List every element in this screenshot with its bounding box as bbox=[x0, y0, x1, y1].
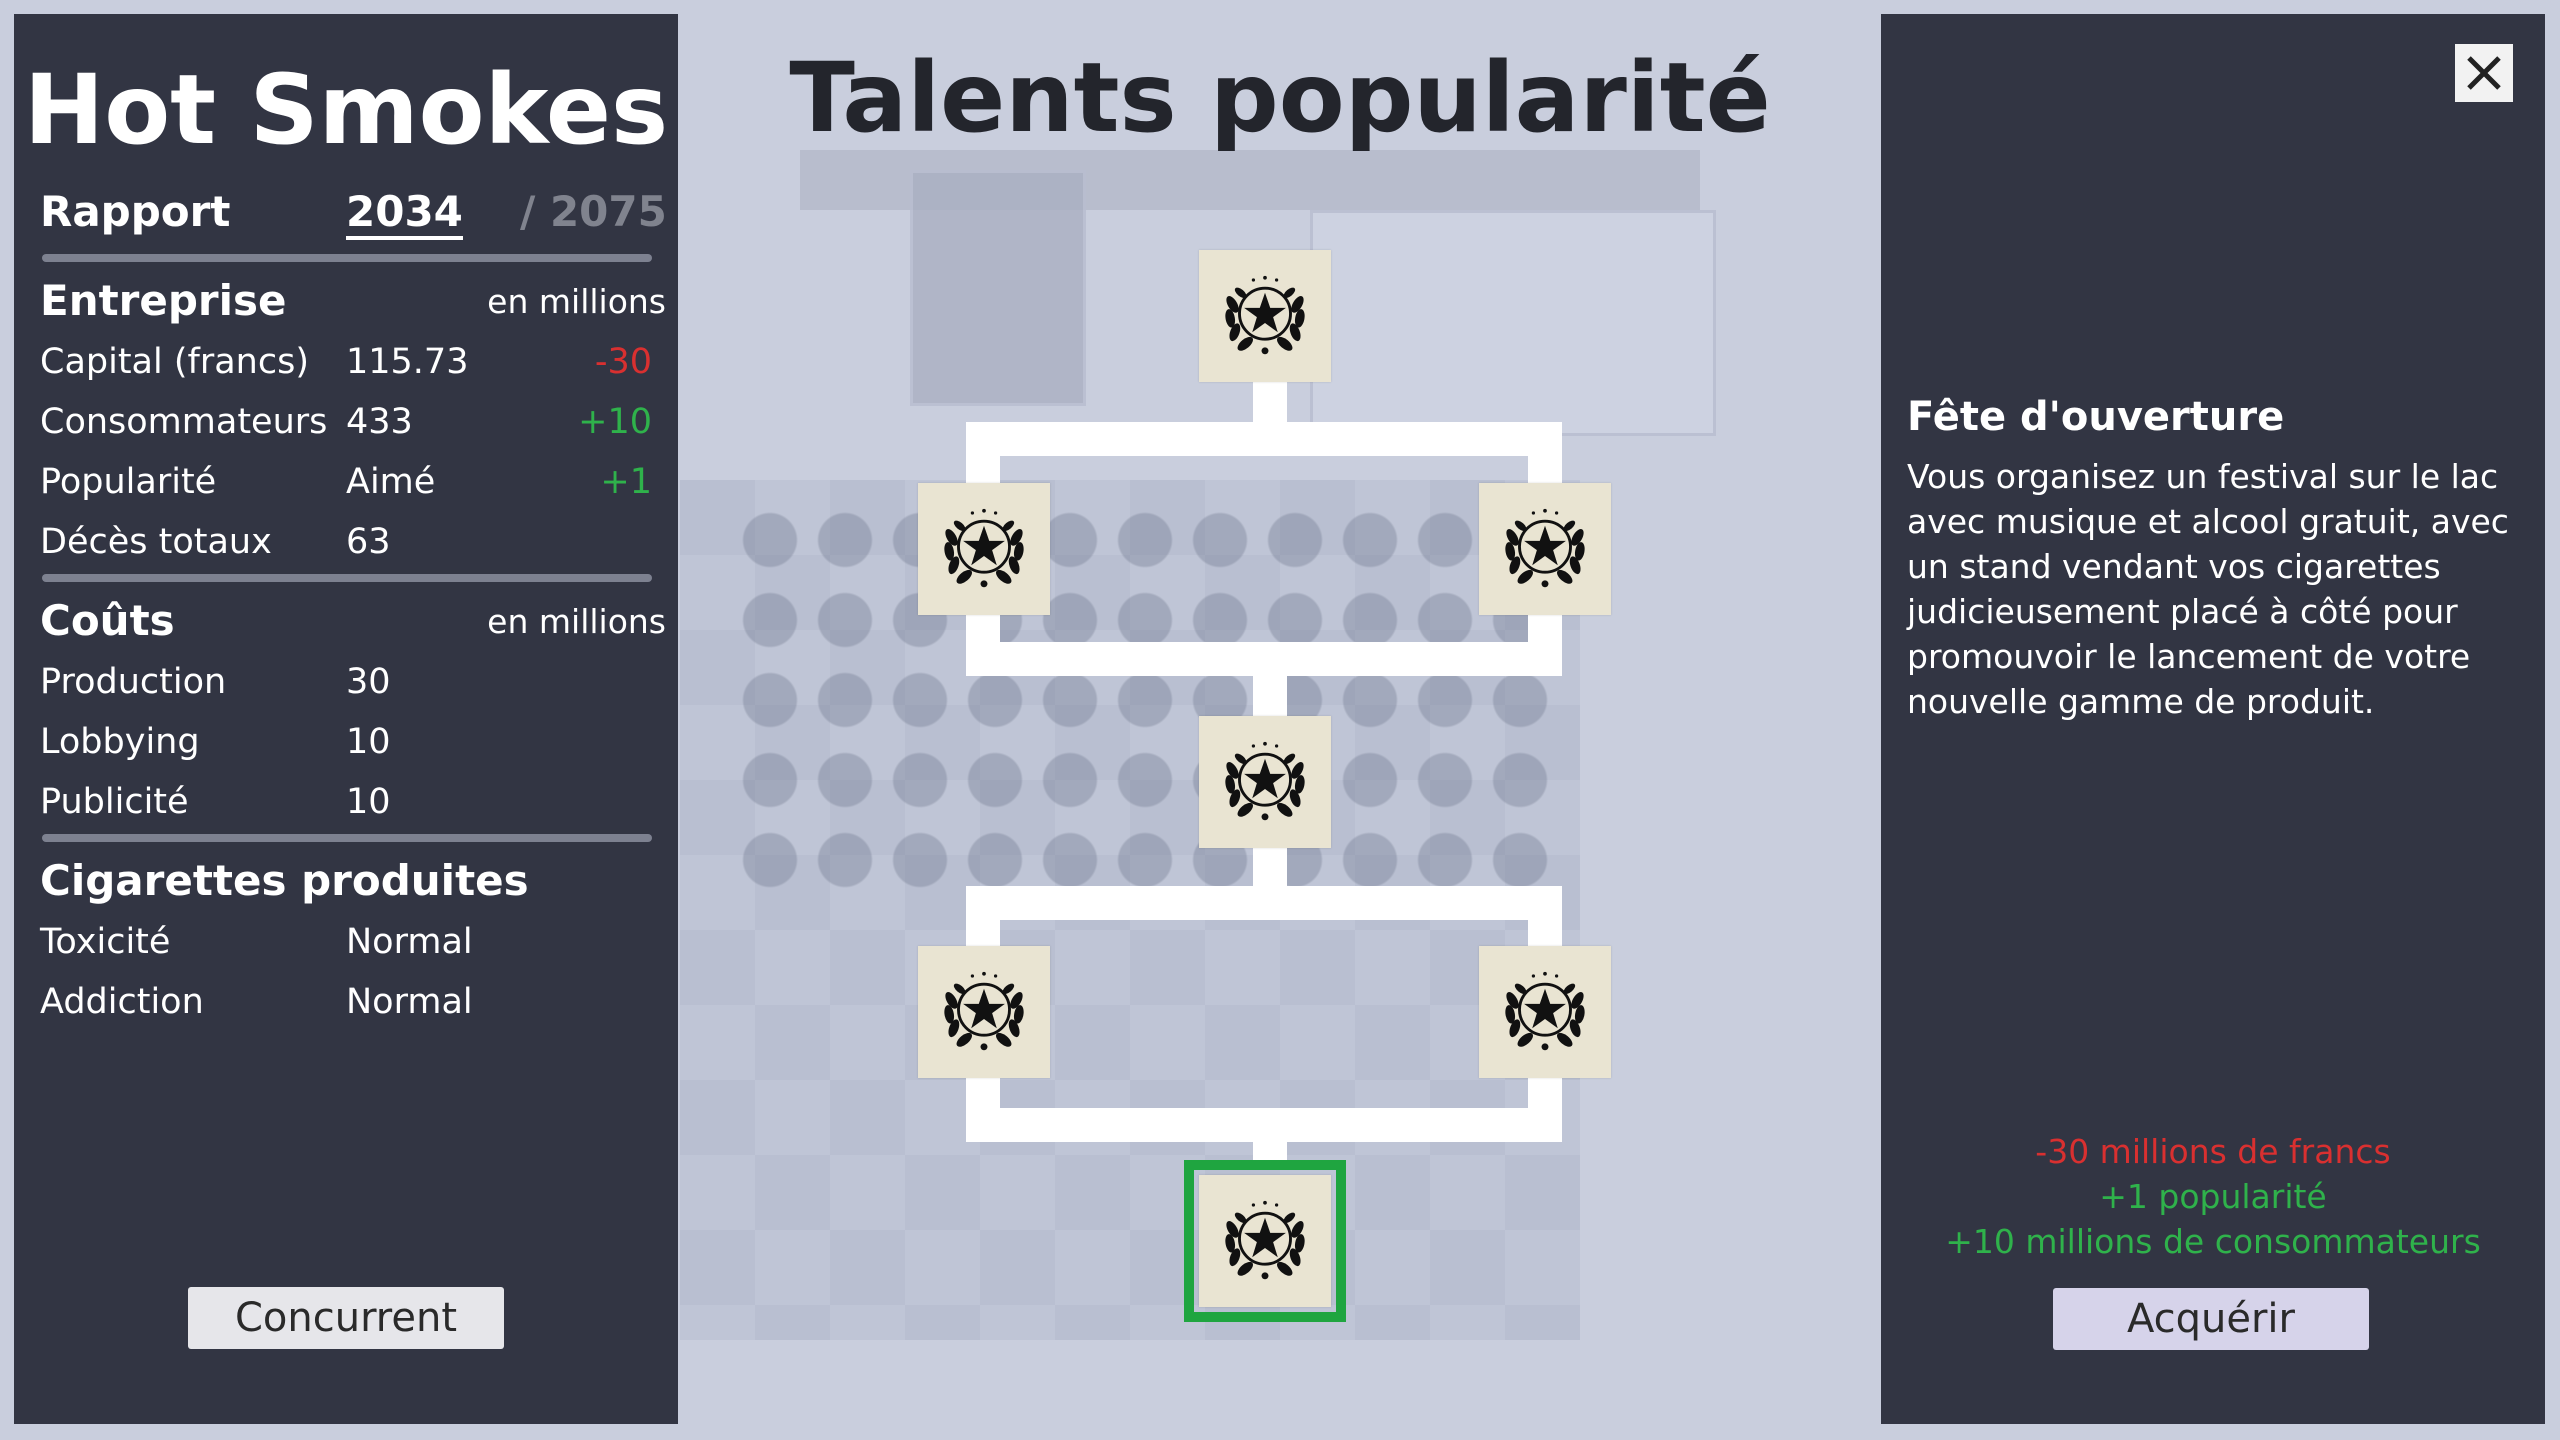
laurel-star-icon bbox=[1222, 740, 1308, 822]
laurel-star-icon bbox=[1222, 1199, 1308, 1281]
stat-value: 115.73 bbox=[346, 342, 469, 382]
talent-node-left-1[interactable] bbox=[918, 483, 1050, 615]
cigarette-value: Normal bbox=[346, 982, 473, 1022]
cost-row-lobbying: Lobbying 10 bbox=[40, 714, 668, 770]
report-current-year[interactable]: 2034 bbox=[346, 188, 463, 240]
cost-row-production: Production 30 bbox=[40, 654, 668, 710]
cigarette-row-toxicity: Toxicité Normal bbox=[40, 914, 668, 970]
stat-row-consumers: Consommateurs 433 +10 bbox=[40, 394, 668, 450]
cigarette-value: Normal bbox=[346, 922, 473, 962]
section-unit: en millions bbox=[487, 282, 666, 321]
section-unit: en millions bbox=[487, 602, 666, 641]
cigarette-row-addiction: Addiction Normal bbox=[40, 974, 668, 1030]
divider bbox=[42, 254, 652, 262]
page-title: Talents popularité bbox=[789, 42, 1771, 154]
section-title-costs: Coûts bbox=[40, 596, 175, 645]
laurel-star-icon bbox=[1502, 507, 1588, 589]
company-stats-panel: Hot Smokes Rapport 2034 / 2075 Entrepris… bbox=[14, 14, 678, 1424]
talent-node-right-1[interactable] bbox=[1479, 483, 1611, 615]
talent-node-selected[interactable] bbox=[1184, 1160, 1346, 1322]
cost-row-advertising: Publicité 10 bbox=[40, 774, 668, 830]
acquire-button[interactable]: Acquérir bbox=[2053, 1288, 2369, 1350]
stat-label: Consommateurs bbox=[40, 402, 328, 442]
talent-node-top[interactable] bbox=[1199, 250, 1331, 382]
talent-name: Fête d'ouverture bbox=[1907, 394, 2285, 440]
talent-node-middle[interactable] bbox=[1199, 716, 1331, 848]
cost-label: Publicité bbox=[40, 782, 189, 822]
cost-value: 10 bbox=[346, 722, 391, 762]
stat-label: Popularité bbox=[40, 462, 217, 502]
stat-value: 433 bbox=[346, 402, 413, 442]
divider bbox=[42, 834, 652, 842]
cigarette-label: Addiction bbox=[40, 982, 204, 1022]
report-row: Rapport 2034 / 2075 bbox=[40, 188, 668, 248]
stat-row-deaths: Décès totaux 63 bbox=[40, 514, 668, 570]
stat-value: Aimé bbox=[346, 462, 436, 502]
stat-value: 63 bbox=[346, 522, 391, 562]
report-label: Rapport bbox=[40, 187, 231, 236]
talent-node-left-2[interactable] bbox=[918, 946, 1050, 1078]
stat-row-capital: Capital (francs) 115.73 -30 bbox=[40, 334, 668, 390]
competitor-button[interactable]: Concurrent bbox=[188, 1287, 504, 1349]
laurel-star-icon bbox=[1222, 274, 1308, 356]
stat-delta: -30 bbox=[594, 342, 652, 382]
cost-value: 10 bbox=[346, 782, 391, 822]
close-button[interactable] bbox=[2455, 44, 2513, 102]
divider bbox=[42, 574, 652, 582]
stat-row-popularity: Popularité Aimé +1 bbox=[40, 454, 668, 510]
cost-value: 30 bbox=[346, 662, 391, 702]
laurel-star-icon bbox=[941, 507, 1027, 589]
stat-delta: +10 bbox=[578, 402, 652, 442]
close-icon bbox=[2467, 56, 2501, 90]
section-title-cigarettes: Cigarettes produites bbox=[40, 856, 529, 905]
cost-label: Production bbox=[40, 662, 227, 702]
talent-description: Vous organisez un festival sur le lac av… bbox=[1907, 457, 2509, 721]
stat-label: Capital (francs) bbox=[40, 342, 309, 382]
effect-popularity: +1 popularité bbox=[2099, 1177, 2327, 1216]
report-max-year: / 2075 bbox=[520, 187, 667, 236]
company-name: Hot Smokes bbox=[23, 54, 669, 166]
section-title-entreprise: Entreprise bbox=[40, 276, 287, 325]
stat-delta: +1 bbox=[600, 462, 652, 502]
laurel-star-icon bbox=[941, 970, 1027, 1052]
talent-node-right-2[interactable] bbox=[1479, 946, 1611, 1078]
laurel-star-icon bbox=[1502, 970, 1588, 1052]
talent-detail-panel: Fête d'ouverture Vous organisez un festi… bbox=[1881, 14, 2545, 1424]
effect-consumers: +10 millions de consommateurs bbox=[1945, 1222, 2481, 1261]
cost-label: Lobbying bbox=[40, 722, 200, 762]
cigarette-label: Toxicité bbox=[40, 922, 171, 962]
stat-label: Décès totaux bbox=[40, 522, 272, 562]
effect-cost: -30 millions de francs bbox=[2035, 1132, 2391, 1171]
